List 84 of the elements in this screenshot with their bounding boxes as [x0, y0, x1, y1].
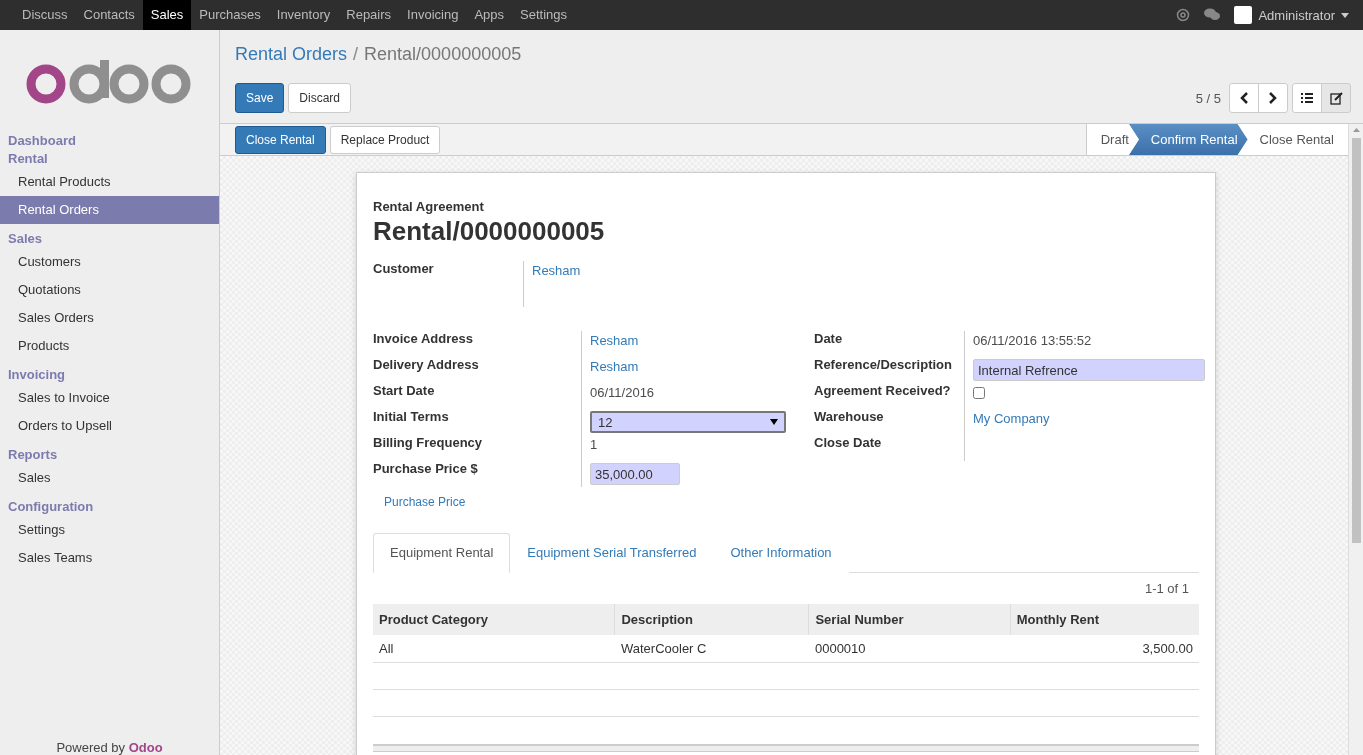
breadcrumb-separator: / — [353, 44, 359, 65]
menu-item[interactable]: Inventory — [268, 0, 339, 30]
field-label: Start Date — [373, 383, 436, 400]
menu-item[interactable]: Settings — [512, 0, 575, 30]
field-value: 06/11/2016 — [590, 385, 655, 400]
table-cell: 0000010 — [808, 635, 1011, 662]
edit-icon — [1329, 91, 1343, 105]
column-header: Description — [614, 604, 809, 635]
save-button[interactable]: Save — [235, 83, 285, 113]
powered-by-text: Powered by Odoo — [55, 741, 164, 755]
form-title: Rental/0000000005 — [373, 216, 606, 247]
field-label: Reference/Description — [814, 357, 953, 374]
status-stage[interactable]: Draft — [1085, 124, 1139, 155]
sidebar-item[interactable]: Settings — [0, 516, 219, 544]
select-field[interactable]: 12 — [590, 411, 786, 433]
field-label: Close Date — [814, 435, 883, 452]
field-label: Initial Terms — [373, 409, 450, 426]
field-label: Agreement Received? — [814, 383, 952, 400]
list-view-button[interactable] — [1292, 83, 1322, 113]
sidebar-item[interactable]: Rental Products — [0, 168, 219, 196]
breadcrumb-link[interactable]: Rental Orders — [235, 44, 348, 65]
field-label: Invoice Address — [373, 331, 474, 348]
field-link[interactable]: Resham — [590, 359, 639, 374]
tab[interactable]: Equipment Rental — [373, 533, 511, 573]
field-label: Delivery Address — [373, 357, 480, 374]
scroll-up-icon[interactable] — [1352, 128, 1360, 132]
sidebar-item[interactable]: Sales Teams — [0, 544, 219, 572]
column-header: Monthly Rent — [1010, 604, 1199, 635]
status-stage[interactable]: Close Rental — [1237, 124, 1348, 155]
user-menu[interactable]: Administrator — [1234, 6, 1349, 24]
table-cell: All — [373, 635, 615, 662]
sidebar-item[interactable]: Orders to Upsell — [0, 412, 219, 440]
field-value: 1 — [590, 437, 598, 452]
field-label: Purchase Price $ — [373, 461, 479, 478]
avatar-icon — [1234, 6, 1253, 24]
form-subtitle: Rental Agreement — [373, 199, 485, 214]
table-cell: 3,500.00 — [1010, 635, 1199, 662]
sidebar-item[interactable]: Sales — [0, 464, 219, 492]
purchase-price-button[interactable]: Purchase Price — [373, 491, 477, 513]
sidebar-item[interactable]: Customers — [0, 248, 219, 276]
caret-icon — [1341, 12, 1349, 18]
form-view-button[interactable] — [1321, 83, 1351, 113]
checkbox[interactable] — [973, 387, 985, 399]
next-button[interactable] — [1258, 83, 1288, 113]
close-rental-button[interactable]: Close Rental — [235, 125, 326, 154]
menu-item[interactable]: Discuss — [14, 0, 76, 30]
field-label: Date — [814, 331, 844, 348]
sidebar-item[interactable]: Rental Orders — [0, 196, 219, 224]
column-header: Serial Number — [808, 604, 1011, 635]
list-icon — [1301, 93, 1313, 103]
logo-icon — [26, 60, 192, 104]
sidebar-item[interactable]: Sales to Invoice — [0, 384, 219, 412]
menu-item[interactable]: Contacts — [75, 0, 143, 30]
breadcrumb-current: Rental/0000000005 — [364, 44, 522, 65]
field-label: Warehouse — [814, 409, 885, 426]
menu-item[interactable]: Purchases — [191, 0, 269, 30]
table-cell: WaterCooler C — [614, 635, 809, 662]
previous-button[interactable] — [1229, 83, 1259, 113]
column-header: Product Category — [373, 604, 615, 635]
field-link[interactable]: My Company — [973, 411, 1050, 426]
field-link[interactable]: Resham — [532, 263, 581, 278]
menu-item[interactable]: Sales — [142, 0, 192, 30]
pager-text: 5 / 5 — [1195, 90, 1221, 106]
status-stage[interactable]: Confirm Rental — [1128, 124, 1248, 155]
sidebar-item[interactable]: Sales Orders — [0, 304, 219, 332]
chevron-left-icon — [1239, 92, 1249, 104]
menu-item[interactable]: Invoicing — [399, 0, 467, 30]
menu-item[interactable]: Apps — [466, 0, 512, 30]
field-link[interactable]: Resham — [590, 333, 639, 348]
field-value: 06/11/2016 13:55:52 — [973, 333, 1092, 348]
chevron-right-icon — [1268, 92, 1278, 104]
field-label: Customer — [373, 261, 435, 278]
field-label: Billing Frequency — [373, 435, 484, 452]
replace-product-button[interactable]: Replace Product — [329, 125, 441, 154]
input-field[interactable]: Internal Refrence — [973, 359, 1205, 381]
scroll-thumb[interactable] — [1351, 138, 1361, 543]
sidebar-item[interactable]: Products — [0, 332, 219, 360]
menu-item[interactable]: Repairs — [338, 0, 400, 30]
caret-icon — [770, 419, 778, 425]
discard-button[interactable]: Discard — [288, 83, 352, 113]
sidebar-item[interactable]: Quotations — [0, 276, 219, 304]
chat-icon[interactable] — [1204, 8, 1221, 22]
table-pager: 1-1 of 1 — [1143, 580, 1190, 598]
input-field[interactable]: 35,000.00 — [590, 463, 680, 485]
